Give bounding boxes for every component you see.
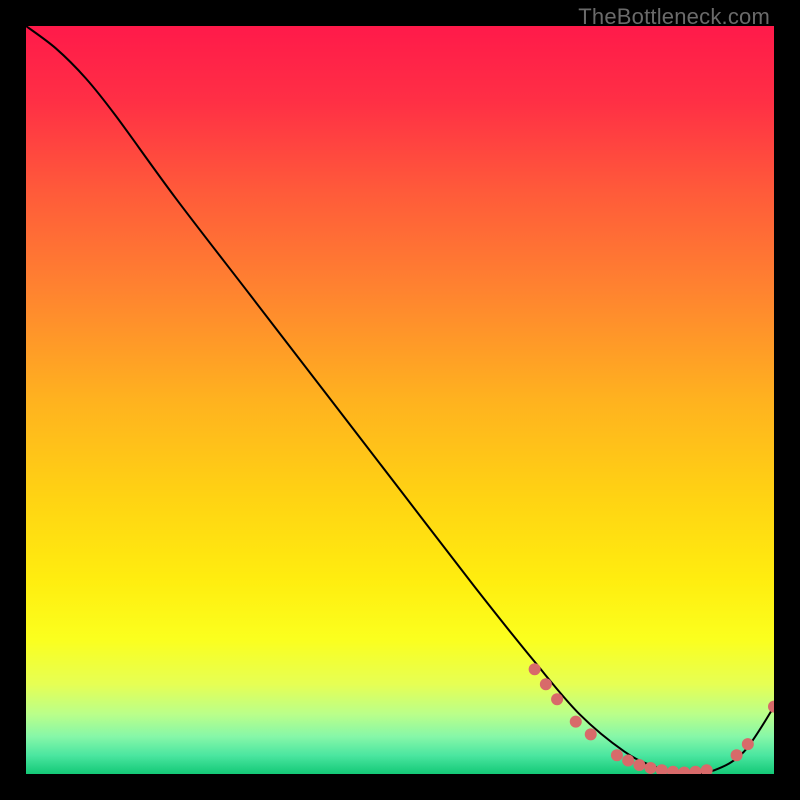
curve-marker (645, 762, 657, 774)
curve-marker (678, 767, 690, 774)
curve-marker (633, 759, 645, 771)
curve-marker (731, 749, 743, 761)
curve-markers (529, 663, 774, 774)
curve-marker (656, 764, 668, 774)
curve-marker (689, 766, 701, 774)
curve-marker (585, 728, 597, 740)
curve-marker (667, 766, 679, 774)
curve-marker (540, 678, 552, 690)
curve-marker (622, 755, 634, 767)
curve-marker (570, 716, 582, 728)
chart-stage: TheBottleneck.com (0, 0, 800, 800)
curve-marker (742, 738, 754, 750)
curve-layer (26, 26, 774, 774)
curve-marker (529, 663, 541, 675)
curve-marker (611, 749, 623, 761)
plot-area (26, 26, 774, 774)
curve-marker (551, 693, 563, 705)
curve-marker (768, 701, 774, 713)
curve-marker (701, 764, 713, 774)
bottleneck-curve (26, 26, 774, 774)
